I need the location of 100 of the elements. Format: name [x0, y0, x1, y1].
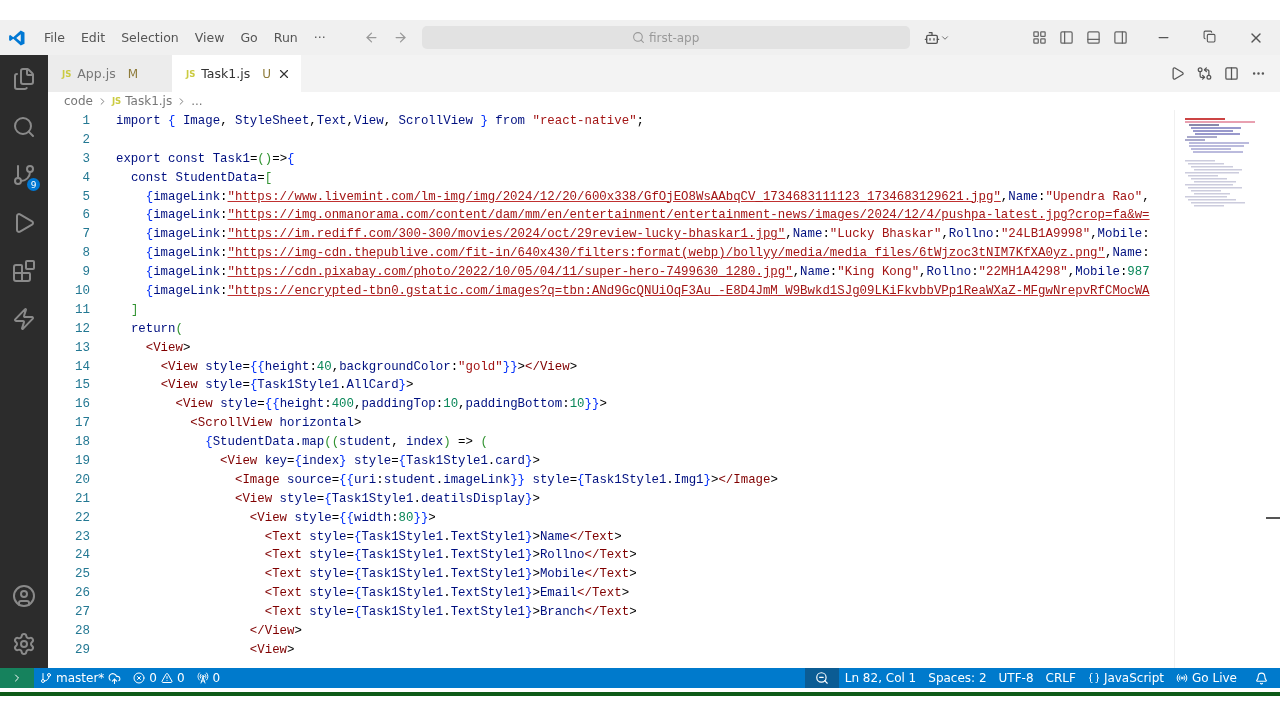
code-line: <View>	[248, 641, 296, 659]
menu-item[interactable]: ···	[305, 30, 334, 45]
code-line: const StudentData=[	[129, 169, 274, 187]
panel-toggle-icon[interactable]	[1086, 30, 1101, 45]
git-status: M	[127, 66, 139, 81]
code-line: <Text style={Task1Style1.TextStyle1}>Rollno</Text>	[263, 547, 638, 565]
sidebar-toggle-icon[interactable]	[1059, 30, 1074, 45]
status-item[interactable]: Ln 82, Col 1	[838, 668, 923, 688]
code-line: {imageLink:"https://www.livemint.com/lm-img/img/2024/12/20/600x338/GfOjEO8WsAAbqCV_1734683111123_1734683129621.jpg",Name:"Upendra Rao",	[144, 188, 1151, 206]
line-number: 13	[75, 339, 90, 357]
extensions-icon[interactable]	[12, 259, 36, 283]
line-number: 28	[75, 623, 90, 641]
code-line: {imageLink:"https://img.onmanorama.com/content/dam/mm/en/entertainment/entertainment-news/images/2024/12/4/pushpa-latest.jpg?crop=fa&w=	[144, 207, 1151, 225]
js-file-icon: JS	[111, 96, 122, 106]
code-line: import { Image, StyleSheet,Text,View, ScrollView } from "react-native";	[116, 113, 645, 130]
split-editor-icon[interactable]	[1224, 66, 1239, 81]
menu-item[interactable]: Edit	[72, 30, 114, 45]
compare-icon[interactable]	[1197, 66, 1212, 81]
line-number: 24	[75, 547, 90, 565]
count-badge: 9	[27, 178, 40, 191]
restore-icon[interactable]	[1203, 29, 1216, 43]
menu-item[interactable]: File	[36, 30, 73, 45]
search-icon[interactable]	[12, 115, 36, 139]
line-number: 22	[75, 509, 90, 527]
code-line: <View style={{height:40,backgroundColor:"gold"}}></View>	[159, 358, 579, 376]
code-line: <Image source={{uri:student.imageLink}} style={Task1Style1.Img1}></Image>	[234, 471, 779, 489]
lightning-icon[interactable]	[12, 307, 36, 331]
menu-item[interactable]: Selection	[113, 30, 187, 45]
line-number: 7	[82, 226, 90, 244]
secondary-sidebar-icon[interactable]	[1113, 30, 1128, 45]
line-number: 4	[82, 169, 90, 187]
cloud-upload-icon	[108, 671, 122, 685]
search-icon	[631, 31, 645, 44]
zoom-icon	[814, 671, 829, 685]
code-line: ]	[129, 301, 140, 319]
line-number: 12	[75, 320, 90, 338]
source-control-icon[interactable]	[12, 163, 36, 187]
status-item[interactable]: Spaces: 2	[922, 668, 993, 688]
breadcrumb-item[interactable]: Task1.js	[125, 94, 173, 108]
copilot-button[interactable]	[923, 29, 950, 46]
breadcrumb-item[interactable]: ...	[191, 94, 203, 108]
line-number: 17	[75, 415, 90, 433]
settings-icon[interactable]	[12, 632, 36, 656]
app-logo-icon	[8, 28, 26, 47]
code-line: <View style={Task1Style1.AllCard}>	[159, 377, 415, 395]
menu-item[interactable]: Run	[265, 30, 306, 45]
line-number: 10	[75, 283, 90, 300]
line-number: 9	[82, 264, 90, 282]
code-line: {imageLink:"https://encrypted-tbn0.gstatic.com/images?q=tbn:ANd9GcQNUiOqF3Au_-E8D4JmM_W9Bwkd1SJg09LKiFkvbbVPp1ReaWXaZ-MFgwNrepvRfCMocWA	[144, 283, 1151, 300]
code-line: <Text style={Task1Style1.TextStyle1}>Mobile</Text>	[263, 566, 638, 584]
account-icon[interactable]	[12, 584, 36, 608]
robot-icon	[923, 29, 940, 46]
code-line: <View style={{height:400,paddingTop:10,paddingBottom:10}}>	[174, 396, 608, 414]
breadcrumb-item[interactable]: code	[64, 94, 93, 108]
editor-tab[interactable]: JS App.js M	[48, 55, 172, 92]
code-line: </View>	[248, 623, 303, 641]
branch-item[interactable]: master*	[34, 668, 128, 688]
code-line: <Text style={Task1Style1.TextStyle1}>Name</Text>	[263, 528, 623, 546]
line-number: 16	[75, 396, 90, 414]
line-number: 19	[75, 453, 90, 471]
status-item[interactable]: CRLF	[1039, 668, 1082, 688]
code-line: <ScrollView horizontal>	[189, 415, 363, 433]
line-number: 21	[75, 490, 90, 508]
scrollbar-marker	[1266, 517, 1280, 519]
bell-icon	[1255, 671, 1268, 685]
code-line: <Text style={Task1Style1.TextStyle1}>Branch</Text>	[263, 604, 638, 622]
menu-item[interactable]: View	[186, 30, 233, 45]
code-line: {imageLink:"https://img-cdn.thepublive.com/fit-in/640x430/filters:format(webp)/bollyy/media/media_files/6tWjzoc3tNIM7KfXA0yz.png",Name:	[144, 245, 1151, 263]
code-line: <View style={{width:80}}>	[248, 509, 437, 527]
code-line: {StudentData.map((student, index) => (	[204, 434, 489, 452]
line-number: 3	[82, 150, 90, 168]
line-number: 5	[82, 188, 90, 206]
broadcast-icon	[1176, 672, 1189, 684]
status-item[interactable]: Go Live	[1170, 668, 1243, 688]
run-icon[interactable]	[1170, 66, 1185, 81]
tab-label: App.js	[77, 66, 116, 81]
ports-item[interactable]: 0	[190, 668, 227, 688]
code-line: {imageLink:"https://cdn.pixabay.com/photo/2022/10/05/04/11/super-hero-7499630_1280.jpg",Name:"King Kong",Rollno:"22MH1A4298",Mobile:987	[144, 264, 1151, 282]
antenna-icon	[196, 672, 209, 684]
code-line: <View style={Task1Style1.deatilsDisplay}>	[234, 490, 541, 508]
line-number: 1	[82, 113, 90, 130]
branch-icon	[40, 672, 52, 684]
js-file-icon: JS	[62, 68, 72, 79]
layout-icon[interactable]	[1032, 30, 1047, 45]
status-item[interactable]: UTF-8	[992, 668, 1040, 688]
code-line: <View key={index} style={Task1Style1.card}>	[219, 453, 541, 471]
files-icon[interactable]	[12, 67, 36, 91]
code-line: return(	[129, 320, 184, 338]
line-number: 8	[82, 245, 90, 263]
error-icon	[133, 672, 146, 684]
code-line: <View>	[144, 339, 192, 357]
menu-item[interactable]: Go	[232, 30, 266, 45]
editor-tab[interactable]: JS Task1.js U	[172, 55, 301, 92]
status-item[interactable]: JavaScript	[1081, 668, 1171, 688]
problems-item[interactable]: 0 0	[127, 668, 191, 688]
code-line: <Text style={Task1Style1.TextStyle1}>Email</Text>	[263, 585, 631, 603]
tab-label: Task1.js	[201, 66, 251, 81]
line-number: 26	[75, 585, 90, 603]
line-number: 25	[75, 566, 90, 584]
zoom-button[interactable]	[804, 668, 839, 688]
